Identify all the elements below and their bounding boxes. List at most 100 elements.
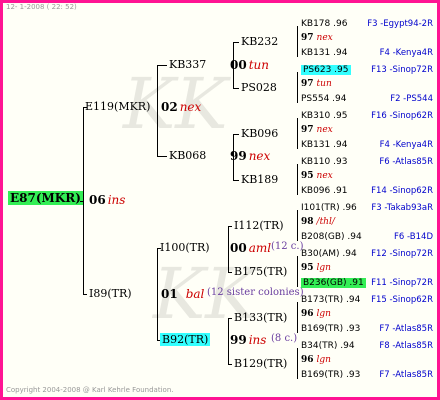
connector — [83, 107, 84, 295]
gg-sire-7[interactable]: B173(TR) .94 — [301, 295, 360, 305]
gg-sire-1-location[interactable]: F3 -Egypt94-2R — [367, 19, 433, 29]
gg-sire-8[interactable]: B34(TR) .94 — [301, 341, 355, 351]
ggparent-1[interactable]: KB232 — [241, 35, 278, 48]
gg-tag-5: /thl/ — [316, 217, 335, 227]
gg-year-5-value: 98 — [301, 217, 314, 227]
connector — [233, 42, 239, 43]
gg-year-7: 96 lgn — [301, 309, 331, 319]
gg-sire-4[interactable]: KB110 .93 — [301, 157, 347, 167]
gg-year-2-value: 97 — [301, 79, 314, 89]
gg-dam-4-location[interactable]: F14 -Sinop62R — [371, 186, 433, 196]
gg-dam-2[interactable]: PS554 .94 — [301, 94, 347, 104]
copyright-footer: Copyright 2004-2008 @ Karl Kehrle Founda… — [6, 386, 174, 394]
gg-sire-2-location[interactable]: F13 -Sinop72R — [371, 65, 433, 75]
gg-sire-6[interactable]: B30(AM) .94 — [301, 249, 357, 259]
gg-sire-7-location[interactable]: F15 -Sinop62R — [371, 295, 433, 305]
pedigree-frame: KK KK 12- 1-2008 ( 22: 52) E87(MKR) 06 in… — [0, 0, 440, 400]
gg-dam-3-location[interactable]: F4 -Kenya4R — [380, 140, 433, 150]
gg-sire-5-location[interactable]: F3 -Takab93aR — [371, 203, 433, 213]
gg-year-6-value: 95 — [301, 263, 314, 273]
gg-dam-1-location[interactable]: F4 -Kenya4R — [380, 48, 433, 58]
gg-year-4: 95 nex — [301, 171, 333, 181]
ggparent-8[interactable]: B129(TR) — [234, 357, 287, 370]
connector — [297, 164, 298, 195]
connector — [157, 65, 167, 66]
gg-tag-1: nex — [316, 33, 333, 43]
gg-sire-4-location[interactable]: F6 -Atlas85R — [379, 157, 433, 167]
gg-sire-6-location[interactable]: F12 -Sinop72R — [371, 249, 433, 259]
dam-year: 01 bal — [161, 287, 204, 301]
grandparent-4[interactable]: B92(TR) — [160, 333, 211, 346]
gg-dam-1[interactable]: KB131 .94 — [301, 48, 347, 58]
ggparent-2[interactable]: PS028 — [241, 81, 277, 94]
gg-year-8: 96 lgn — [301, 355, 331, 365]
root-queen[interactable]: E87(MKR) — [8, 191, 83, 205]
gp2-tag: nex — [248, 149, 271, 163]
gg-tag-7: lgn — [316, 309, 331, 319]
gg-year-1-value: 97 — [301, 33, 314, 43]
grandparent-1[interactable]: KB337 — [169, 58, 206, 71]
gg-sire-8-location[interactable]: F8 -Atlas85R — [379, 341, 433, 351]
gg-dam-3[interactable]: KB131 .94 — [301, 140, 347, 150]
root-year: 06 ins — [89, 193, 125, 207]
gg-dam-8[interactable]: B169(TR) .93 — [301, 370, 360, 380]
connector — [233, 134, 234, 181]
connector — [157, 65, 158, 157]
grandparent-2[interactable]: KB068 — [169, 149, 206, 162]
gg-sire-2[interactable]: PS623 .95 — [301, 65, 351, 75]
sire-queen[interactable]: E119(MKR) — [85, 100, 150, 113]
connector — [233, 180, 239, 181]
ggparent-3[interactable]: KB096 — [241, 127, 278, 140]
gg-sire-1[interactable]: KB178 .96 — [301, 19, 347, 29]
gg-dam-6[interactable]: B236(GB) .91 — [301, 278, 366, 288]
gp4-tag: ins — [248, 333, 267, 347]
connector — [157, 248, 158, 340]
gg-year-5: 98/thl/ — [301, 217, 335, 227]
connector — [297, 118, 298, 149]
connector — [157, 156, 167, 157]
gg-year-6: 95 lgn — [301, 263, 331, 273]
gg-sire-3[interactable]: KB310 .95 — [301, 111, 347, 121]
connector — [228, 318, 229, 365]
gg-dam-4[interactable]: KB096 .91 — [301, 186, 347, 196]
gg-dam-7[interactable]: B169(TR) .93 — [301, 324, 360, 334]
grandparent-1-year: 00 tun — [230, 58, 269, 72]
connector — [83, 294, 87, 295]
connector — [297, 302, 298, 333]
connector — [297, 348, 298, 379]
gg-dam-5-location[interactable]: F6 -B14D — [394, 232, 433, 242]
gp1-tag: tun — [248, 58, 269, 72]
dam-queen[interactable]: I89(TR) — [89, 287, 132, 300]
gg-year-4-value: 95 — [301, 171, 314, 181]
connector — [228, 226, 232, 227]
header-date: 12- 1-2008 ( 22: 52) — [6, 3, 77, 11]
gg-sire-3-location[interactable]: F16 -Sinop62R — [371, 111, 433, 121]
sire-year: 02 nex — [161, 100, 201, 114]
ggparent-7[interactable]: B133(TR) — [234, 311, 287, 324]
gp3-tag: aml — [248, 241, 272, 255]
connector — [228, 272, 232, 273]
connector — [233, 134, 239, 135]
gg-dam-7-location[interactable]: F7 -Atlas85R — [379, 324, 433, 334]
gp4-colonies: (8 c.) — [271, 333, 298, 344]
connector — [233, 42, 234, 89]
gg-dam-2-location[interactable]: F2 -PS544 — [390, 94, 433, 104]
gg-year-3: 97 nex — [301, 125, 333, 135]
connector — [297, 210, 298, 241]
dam-year-value: 01 — [161, 287, 178, 301]
ggparent-4[interactable]: KB189 — [241, 173, 278, 186]
grandparent-3[interactable]: I100(TR) — [160, 241, 210, 254]
gg-dam-5[interactable]: B208(GB) .94 — [301, 232, 362, 242]
grandparent-3-year: 00 aml — [230, 241, 271, 255]
dam-tag: bal — [185, 287, 205, 301]
gg-year-3-value: 97 — [301, 125, 314, 135]
gg-sire-5[interactable]: I101(TR) .96 — [301, 203, 357, 213]
gg-dam-8-location[interactable]: F7 -Atlas85R — [379, 370, 433, 380]
ggparent-5[interactable]: I112(TR) — [234, 219, 284, 232]
root-year-value: 06 — [89, 193, 106, 207]
ggparent-6[interactable]: B175(TR) — [234, 265, 287, 278]
root-tag: ins — [107, 193, 126, 207]
sire-year-value: 02 — [161, 100, 178, 114]
gg-dam-6-location[interactable]: F11 -Sinop72R — [371, 278, 433, 288]
grandparent-2-year: 99 nex — [230, 149, 270, 163]
